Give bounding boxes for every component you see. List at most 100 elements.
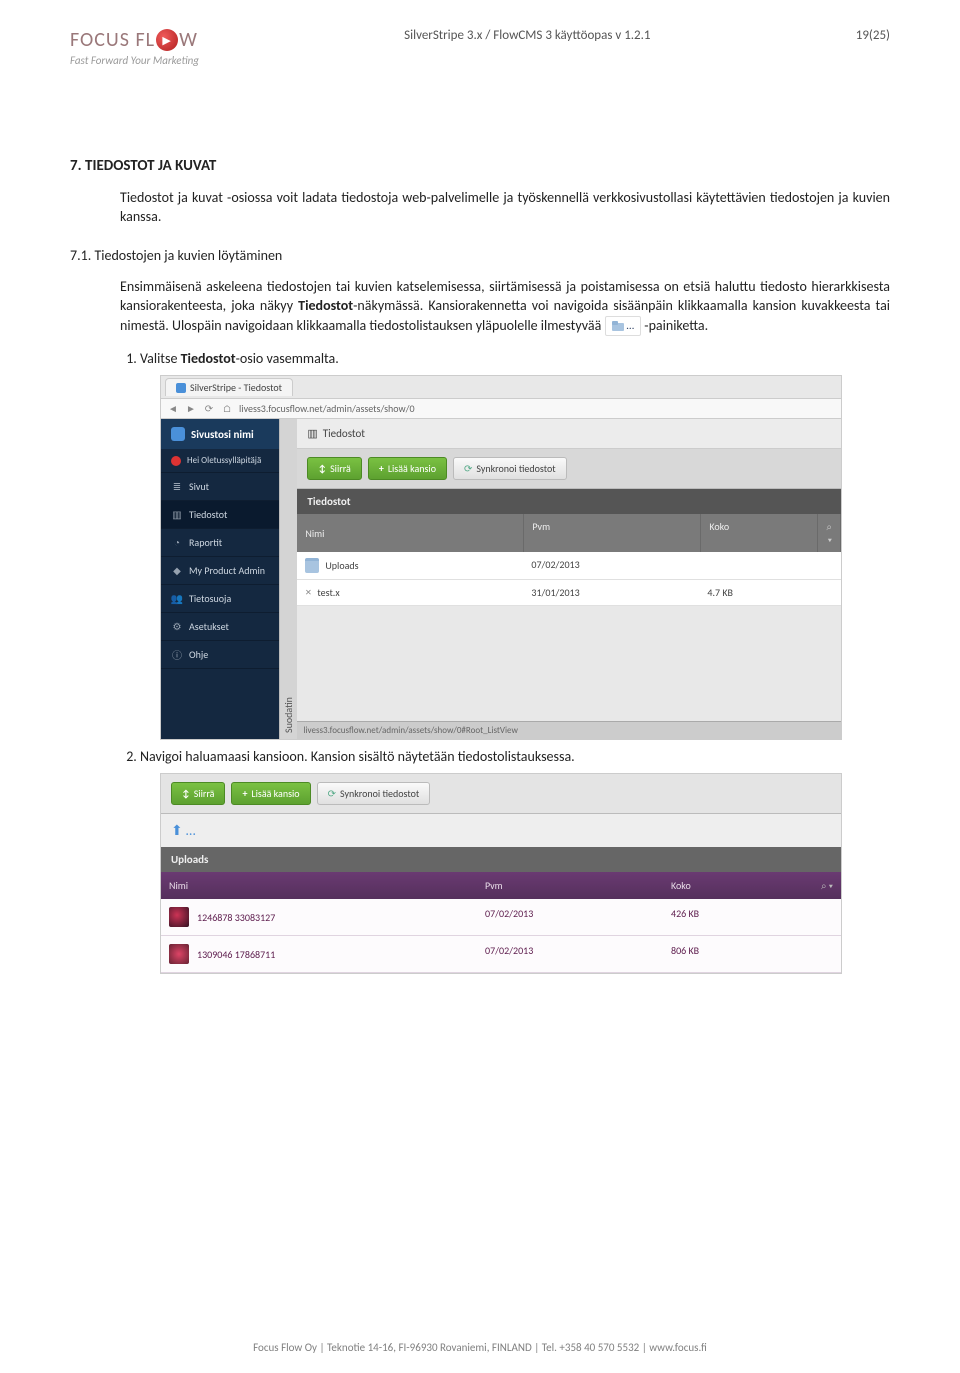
nav-sivut[interactable]: ≣Sivut [161, 473, 279, 501]
logo-tagline: Fast Forward Your Marketing [70, 54, 199, 67]
logo: FOCUS FL▶W [70, 28, 199, 52]
section-num: 7. [70, 157, 82, 175]
table-row[interactable]: 1246878 33083127 07/02/2013 426 KB [161, 899, 841, 936]
logo-block: FOCUS FL▶W Fast Forward Your Marketing [70, 28, 199, 67]
steps-list-cont: Navigoi haluamaasi kansioon. Kansion sis… [140, 748, 890, 765]
grid-header: Nimi Pvm Koko ⌕ ▾ [297, 514, 841, 552]
url-text[interactable]: livess3.focusflow.net/admin/assets/show/… [239, 402, 835, 415]
play-icon: ▶ [156, 29, 178, 51]
steps-list: Valitse Tiedostot-osio vasemmalta. [140, 350, 890, 367]
cell-date: 07/02/2013 [523, 552, 699, 579]
move-button[interactable]: ↕Siirrä [171, 782, 225, 805]
nav-ohje[interactable]: ⓘOhje [161, 641, 279, 669]
step-2: Navigoi haluamaasi kansioon. Kansion sis… [140, 748, 890, 765]
cell-date: 31/01/2013 [523, 580, 699, 605]
cms-site-name[interactable]: Sivustosi nimi [161, 419, 279, 449]
nav-raportit[interactable]: ◔Raportit [161, 529, 279, 557]
admin-icon: ◆ [171, 565, 183, 577]
cms-user[interactable]: Hei Oletussylläpitäjä [161, 449, 279, 473]
forward-icon[interactable]: ► [185, 403, 197, 415]
col-date[interactable]: Pvm [477, 872, 663, 899]
page-header: FOCUS FL▶W Fast Forward Your Marketing S… [70, 28, 890, 67]
col-size[interactable]: Koko [663, 872, 779, 899]
browser-tabbar: SilverStripe - Tiedostot [161, 376, 841, 398]
subsection-num: 7.1. [70, 247, 91, 264]
add-folder-button[interactable]: +Lisää kansio [231, 782, 310, 805]
reload-icon[interactable]: ⟳ [203, 403, 215, 415]
image-thumb-icon [169, 944, 189, 964]
cms-toolbar-2: ↕Siirrä +Lisää kansio ⟳Synkronoi tiedost… [161, 774, 841, 814]
breadcrumb-text: Tiedostot [323, 427, 365, 440]
grid-header-2: Nimi Pvm Koko ⌕ ▾ [161, 872, 841, 899]
page-footer: Focus Flow Oy | Teknotie 14-16, FI-96930… [0, 1341, 960, 1354]
browser-urlbar: ◄ ► ⟳ ⌂ livess3.focusflow.net/admin/asse… [161, 398, 841, 419]
files-icon: ▥ [171, 509, 183, 521]
subsection-title: Tiedostojen ja kuvien löytäminen [94, 247, 282, 264]
security-icon: 👥 [171, 593, 183, 605]
cell-name: Uploads [325, 559, 358, 572]
nav-asetukset[interactable]: ⚙Asetukset [161, 613, 279, 641]
cms-breadcrumb: ▥ Tiedostot [297, 419, 841, 449]
col-size[interactable]: Koko [701, 514, 818, 552]
cell-name: test.x [317, 586, 339, 599]
user-status-icon [171, 456, 181, 466]
header-page-num: 19(25) [856, 28, 890, 43]
body-paragraph-1: Ensimmäisenä askeleena tiedostojen tai k… [120, 278, 890, 337]
move-button[interactable]: ↕Siirrä [307, 457, 361, 480]
help-icon: ⓘ [171, 649, 183, 661]
sync-icon: ⟳ [328, 787, 336, 800]
pages-icon: ≣ [171, 481, 183, 493]
cms-statusbar: livess3.focusflow.net/admin/assets/show/… [297, 721, 841, 739]
table-row[interactable]: 1309046 17868711 07/02/2013 806 KB [161, 936, 841, 973]
cell-date: 07/02/2013 [477, 936, 663, 972]
screenshot-1: SilverStripe - Tiedostot ◄ ► ⟳ ⌂ livess3… [160, 375, 842, 740]
home-icon[interactable]: ⌂ [221, 403, 233, 415]
col-date[interactable]: Pvm [524, 514, 701, 552]
col-search[interactable]: ⌕ ▾ [779, 872, 841, 899]
cms-toolbar: ↕Siirrä +Lisää kansio ⟳Synkronoi tiedost… [297, 449, 841, 489]
nav-product-admin[interactable]: ◆My Product Admin [161, 557, 279, 585]
logo-text-b: FL [135, 28, 155, 52]
logo-text-a: FOCUS [70, 28, 130, 52]
section-title: TIEDOSTOT JA KUVAT [85, 157, 216, 175]
tab-title: SilverStripe - Tiedostot [190, 381, 282, 394]
image-thumb-icon [169, 907, 189, 927]
cell-size: 4.7 KB [699, 580, 815, 605]
step-1: Valitse Tiedostot-osio vasemmalta. [140, 350, 890, 367]
back-icon[interactable]: ◄ [167, 403, 179, 415]
files-grid: Nimi Pvm Koko ⌕ ▾ Uploads 07/02/2013 [297, 514, 841, 606]
silverstripe-icon [176, 383, 186, 393]
cell-name: 1246878 33083127 [197, 911, 275, 924]
table-row[interactable]: ✕ test.x 31/01/2013 4.7 KB [297, 580, 841, 606]
folder-up-button[interactable]: ⬆ … [171, 822, 841, 839]
cell-size [699, 552, 815, 579]
folder-up-icon: … [605, 316, 642, 337]
header-doc-title: SilverStripe 3.x / FlowCMS 3 käyttöopas … [199, 28, 856, 43]
col-name[interactable]: Nimi [161, 872, 477, 899]
site-icon [171, 427, 185, 441]
nav-tiedostot[interactable]: ▥Tiedostot [161, 501, 279, 529]
screenshot-2: ↕Siirrä +Lisää kansio ⟳Synkronoi tiedost… [160, 773, 842, 974]
sync-icon: ⟳ [464, 462, 472, 475]
folder-icon [305, 558, 319, 573]
add-folder-button[interactable]: +Lisää kansio [368, 457, 447, 480]
col-search[interactable]: ⌕ ▾ [818, 514, 841, 552]
table-row[interactable]: Uploads 07/02/2013 [297, 552, 841, 580]
breadcrumb-icon: ▥ [307, 427, 317, 440]
logo-text-c: W [179, 28, 198, 52]
reports-icon: ◔ [171, 537, 183, 549]
sync-files-button[interactable]: ⟳Synkronoi tiedostot [453, 457, 567, 480]
col-name[interactable]: Nimi [297, 514, 524, 552]
filter-sidebar-toggle[interactable]: Suodatin [279, 419, 297, 739]
cell-size: 806 KB [663, 936, 779, 972]
grid-title: Tiedostot [297, 489, 841, 514]
settings-icon: ⚙ [171, 621, 183, 633]
intro-paragraph: Tiedostot ja kuvat -osiossa voit ladata … [120, 189, 890, 227]
subsection-heading: 7.1. Tiedostojen ja kuvien löytäminen [70, 247, 890, 264]
nav-tietosuoja[interactable]: 👥Tietosuoja [161, 585, 279, 613]
browser-tab[interactable]: SilverStripe - Tiedostot [165, 378, 293, 396]
file-icon: ✕ [305, 587, 311, 598]
cell-date: 07/02/2013 [477, 899, 663, 935]
sync-files-button[interactable]: ⟳Synkronoi tiedostot [317, 782, 431, 805]
cell-size: 426 KB [663, 899, 779, 935]
